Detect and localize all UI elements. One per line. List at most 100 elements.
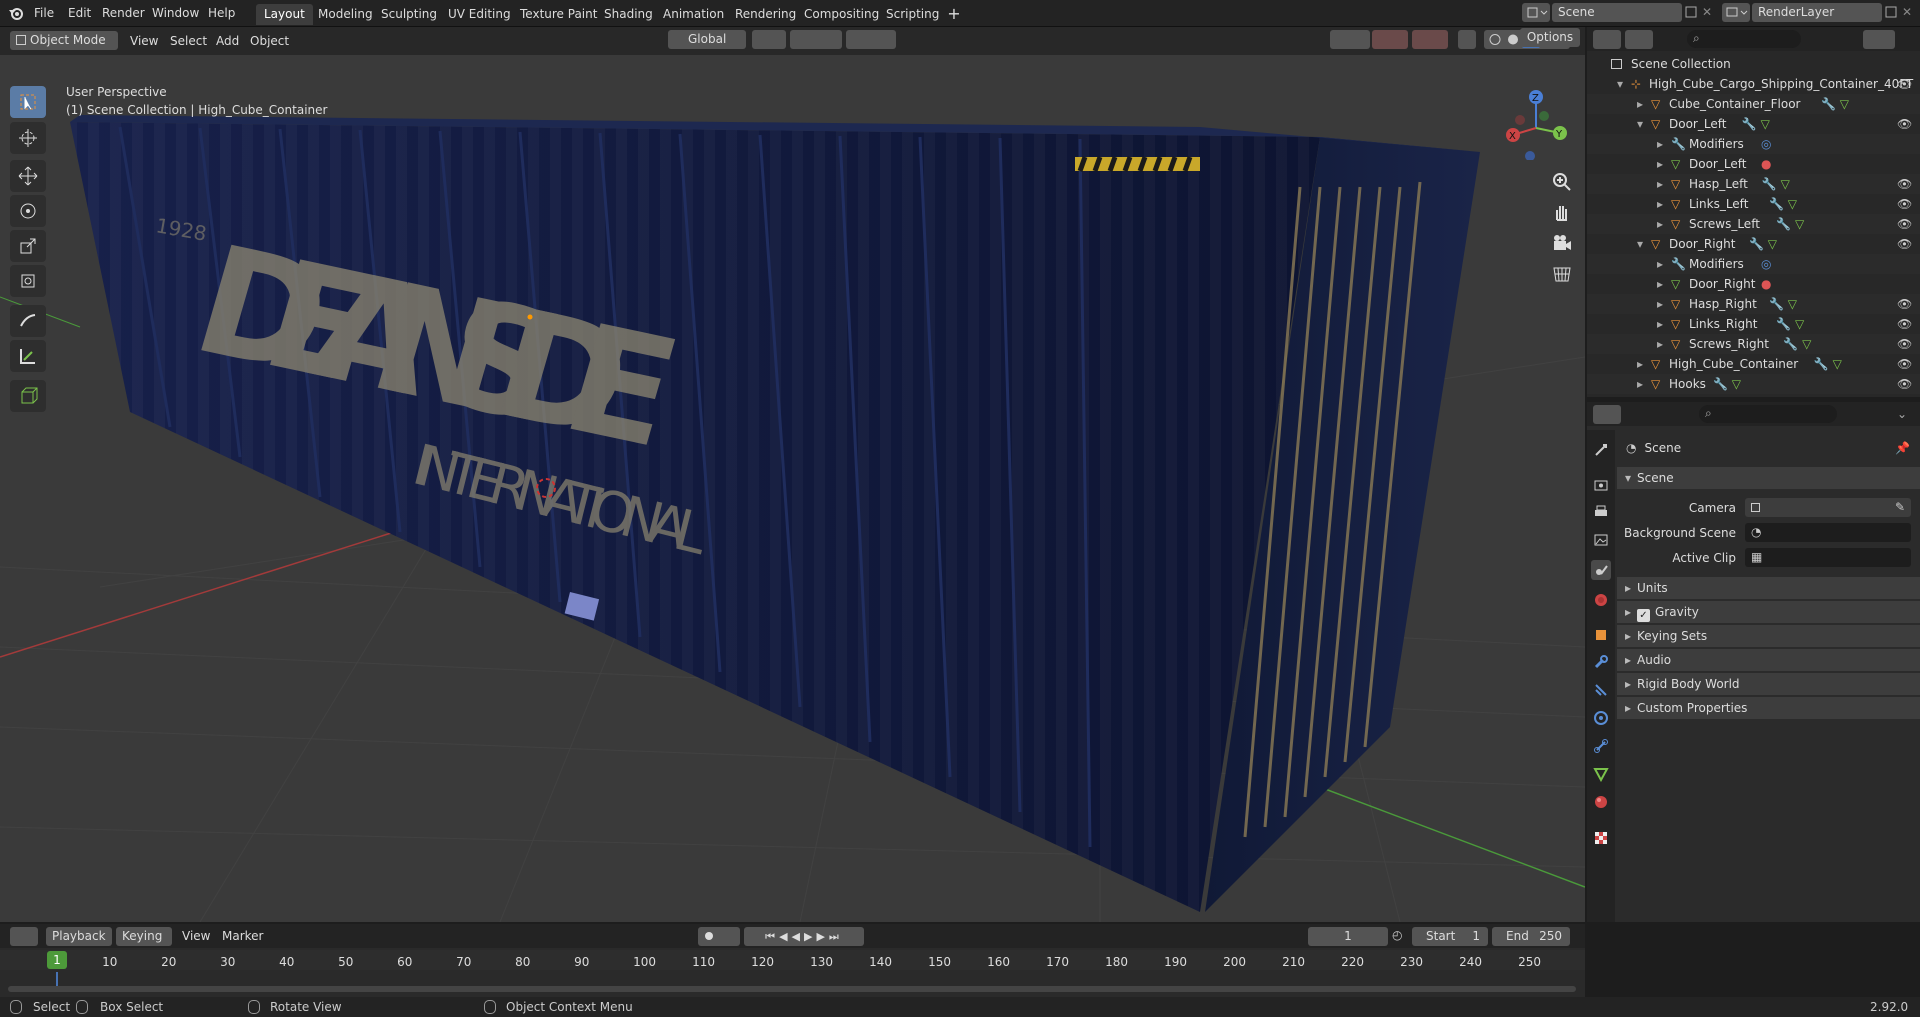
tab-material[interactable]	[1591, 792, 1611, 812]
outliner-item[interactable]: ▸ ▽ Links_Right 🔧 ▽ 👁	[1587, 314, 1920, 334]
tab-uv-editing[interactable]: UV Editing	[440, 4, 519, 25]
scene-browse-button[interactable]	[1522, 3, 1550, 22]
outliner-item[interactable]: ▾ ▽ Door_Right 🔧 ▽ 👁	[1587, 234, 1920, 254]
outliner-item[interactable]: ▸ ▽ High_Cube_Container 🔧 ▽ 👁	[1587, 354, 1920, 374]
select-box-tool[interactable]	[10, 86, 46, 118]
start-frame-field[interactable]: Start 1	[1412, 927, 1488, 946]
vp-menu-add[interactable]: Add	[216, 32, 239, 50]
tab-shading[interactable]: Shading	[596, 4, 661, 25]
panel-scene-header[interactable]: ▾ Scene	[1617, 467, 1920, 489]
gravity-checkbox[interactable]: ✓	[1637, 609, 1650, 622]
eye-icon[interactable]: 👁	[1897, 114, 1912, 134]
outliner-item[interactable]: ▸ 🔧 Modifiers ◎	[1587, 254, 1920, 274]
transform-tool[interactable]	[10, 265, 46, 297]
tab-sculpting[interactable]: Sculpting	[373, 4, 445, 25]
pin-icon[interactable]: 📌	[1895, 438, 1910, 458]
current-frame-marker[interactable]: 1	[47, 951, 67, 969]
viewlayer-browse-button[interactable]	[1722, 3, 1750, 22]
tab-rendering[interactable]: Rendering	[727, 4, 804, 25]
eye-icon[interactable]: 👁	[1897, 354, 1912, 374]
eye-icon[interactable]: 👁	[1897, 174, 1912, 194]
tab-scene[interactable]	[1591, 560, 1611, 580]
outliner-root[interactable]: Scene Collection	[1587, 54, 1920, 74]
pan-hand-icon[interactable]	[1550, 200, 1574, 224]
menu-edit[interactable]: Edit	[62, 4, 97, 23]
pivot-point-button[interactable]	[752, 30, 786, 49]
keying-menu[interactable]: Keying	[116, 927, 172, 946]
expand-arrow-icon[interactable]: ▸	[1637, 354, 1643, 374]
viewlayer-new-icon[interactable]	[1884, 5, 1898, 19]
playback-menu[interactable]: Playback	[46, 927, 112, 946]
outliner-item[interactable]: ▾ ▽ Door_Left 🔧 ▽ 👁	[1587, 114, 1920, 134]
navigation-gizmo[interactable]: Z Y X	[1500, 88, 1572, 161]
outliner-item[interactable]: ▸ ▽ Hasp_Right 🔧 ▽ 👁	[1587, 294, 1920, 314]
cursor-tool[interactable]	[10, 122, 46, 154]
outliner-item[interactable]: ▸ ▽ Cube_Container_Floor 🔧 ▽	[1587, 94, 1920, 114]
tab-layout[interactable]: Layout	[256, 4, 313, 25]
auto-keying-button[interactable]	[698, 927, 740, 946]
tab-compositing[interactable]: Compositing	[796, 4, 887, 25]
expand-arrow-icon[interactable]: ▸	[1657, 174, 1663, 194]
expand-arrow-icon[interactable]: ▸	[1657, 214, 1663, 234]
menu-file[interactable]: File	[28, 4, 60, 23]
camera-view-icon[interactable]	[1550, 232, 1574, 256]
outliner-item[interactable]: ▸ ▽ Hooks 🔧 ▽ 👁	[1587, 374, 1920, 394]
expand-arrow-icon[interactable]: ▸	[1657, 154, 1663, 174]
add-workspace-button[interactable]: +	[944, 4, 964, 24]
tab-modeling[interactable]: Modeling	[310, 4, 381, 25]
tab-particles[interactable]	[1591, 680, 1611, 700]
eye-icon[interactable]: 👁	[1897, 334, 1912, 354]
timeline-menu-marker[interactable]: Marker	[222, 929, 263, 943]
tab-animation[interactable]: Animation	[655, 4, 732, 25]
playback-controls[interactable]: ⏮◀◀▶▶⏭	[744, 927, 864, 946]
annotate-tool[interactable]	[10, 305, 46, 337]
camera-field[interactable]: ✎	[1745, 498, 1911, 517]
scene-close-icon[interactable]: ✕	[1702, 5, 1716, 19]
move-tool[interactable]	[10, 160, 46, 192]
eye-icon[interactable]: 👁	[1897, 294, 1912, 314]
outliner-item[interactable]: ▸ ▽ Screws_Left 🔧 ▽ 👁	[1587, 214, 1920, 234]
panel-keying-sets-header[interactable]: ▸ Keying Sets	[1617, 625, 1920, 647]
eye-icon[interactable]: 👁	[1897, 374, 1912, 394]
menu-window[interactable]: Window	[146, 4, 205, 23]
scale-tool[interactable]	[10, 230, 46, 262]
eye-icon[interactable]: 👁	[1897, 314, 1912, 334]
outliner-item[interactable]: ▸ ▽ Door_Right ●	[1587, 274, 1920, 294]
current-frame-field[interactable]: 1	[1308, 927, 1388, 946]
tab-render[interactable]	[1591, 475, 1611, 495]
3d-viewport[interactable]: DEANSIDE INTERNATIONAL 1928	[0, 27, 1585, 922]
expand-arrow-icon[interactable]: ▸	[1637, 374, 1643, 394]
snap-button[interactable]	[790, 30, 842, 49]
viewlayer-name-field[interactable]: RenderLayer	[1752, 3, 1882, 22]
clock-icon[interactable]: ◴	[1392, 928, 1402, 942]
gizmo-toggle[interactable]	[1372, 30, 1408, 49]
tab-modifiers[interactable]	[1591, 652, 1611, 672]
tab-output[interactable]	[1591, 502, 1611, 522]
expand-arrow-icon[interactable]: ▸	[1657, 294, 1663, 314]
panel-audio-header[interactable]: ▸ Audio	[1617, 649, 1920, 671]
eye-icon[interactable]: 👁	[1897, 214, 1912, 234]
tab-physics[interactable]	[1591, 708, 1611, 728]
tab-texture-paint[interactable]: Texture Paint	[512, 4, 605, 25]
outliner-item[interactable]: ▸ 🔧 Modifiers ◎	[1587, 134, 1920, 154]
expand-arrow-icon[interactable]: ▸	[1657, 254, 1663, 274]
overlay-toggle[interactable]	[1412, 30, 1448, 49]
outliner-search-input[interactable]: ⌕	[1687, 30, 1801, 48]
transform-orientation-select[interactable]: Global	[668, 30, 746, 49]
timeline-editor-type-button[interactable]	[10, 927, 38, 946]
eyedropper-icon[interactable]: ✎	[1895, 498, 1905, 516]
panel-custom-properties-header[interactable]: ▸ Custom Properties	[1617, 697, 1920, 719]
timeline-menu-view[interactable]: View	[182, 929, 210, 943]
eye-icon[interactable]: 👁	[1897, 234, 1912, 254]
tab-tool[interactable]	[1591, 440, 1611, 460]
blender-logo-icon[interactable]	[8, 5, 24, 21]
outliner-item[interactable]: ▸ ▽ Door_Left ●	[1587, 154, 1920, 174]
outliner-item[interactable]: ▸ ▽ Links_Left 🔧 ▽ 👁	[1587, 194, 1920, 214]
active-clip-field[interactable]: ▦	[1745, 548, 1911, 567]
chevron-down-icon[interactable]: ⌄	[1897, 407, 1907, 421]
tab-texture[interactable]	[1591, 828, 1611, 848]
expand-arrow-icon[interactable]: ▸	[1657, 194, 1663, 214]
expand-arrow-icon[interactable]: ▾	[1637, 234, 1643, 254]
expand-arrow-icon[interactable]: ▸	[1657, 314, 1663, 334]
panel-units-header[interactable]: ▸ Units	[1617, 577, 1920, 599]
